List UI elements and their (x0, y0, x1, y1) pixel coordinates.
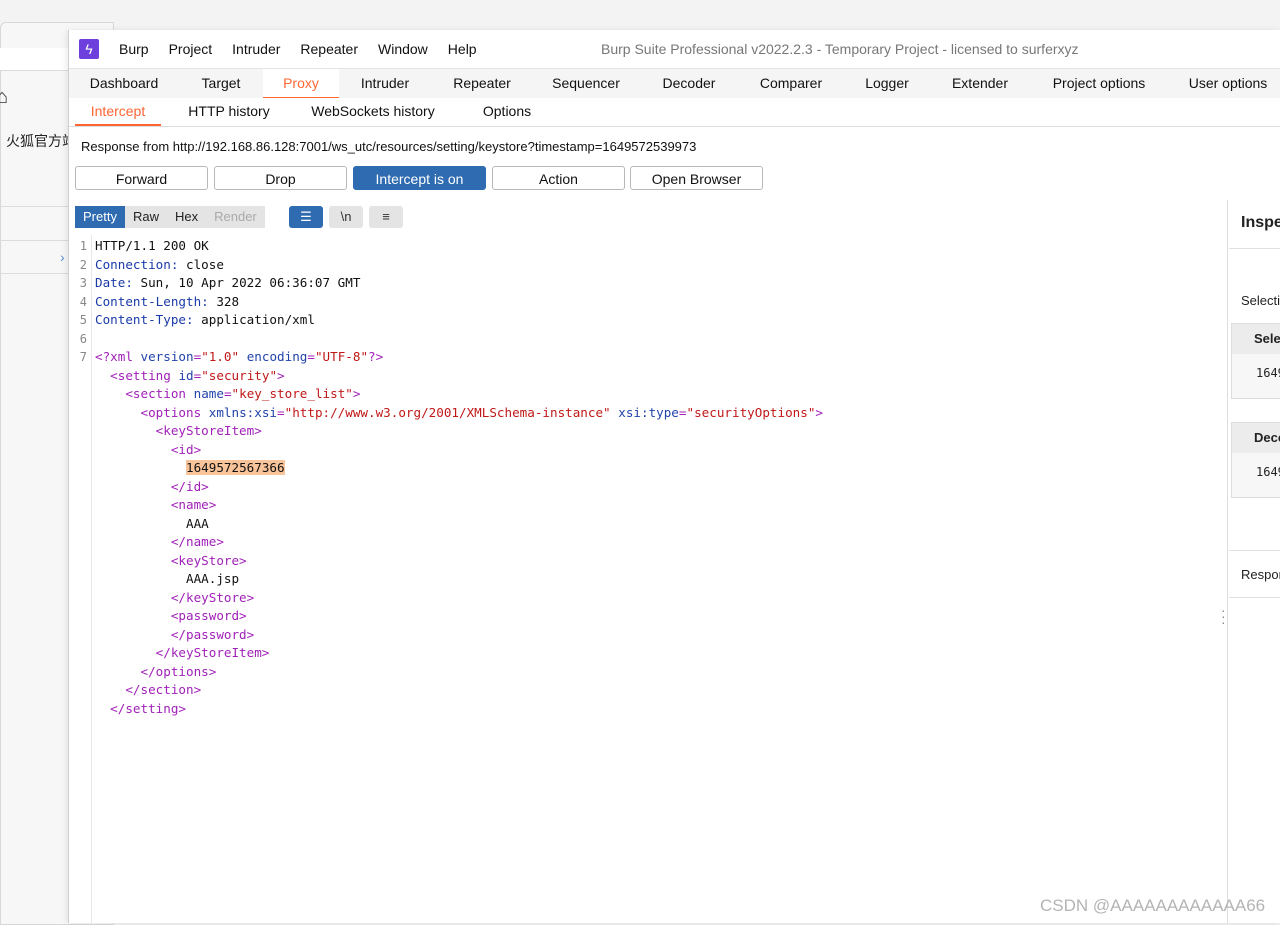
view-tab-raw[interactable]: Raw (124, 206, 167, 228)
forward-button[interactable]: Forward (75, 166, 208, 190)
menu-help[interactable]: Help (448, 41, 477, 57)
response-headers-section[interactable]: Response headers (1241, 567, 1280, 582)
background-divider (0, 240, 70, 241)
open-browser-button[interactable]: Open Browser (630, 166, 763, 190)
drag-handle-icon[interactable]: · · · (1221, 603, 1226, 629)
tab-logger[interactable]: Logger (851, 69, 923, 99)
selection-label: Selection (1241, 293, 1280, 308)
tab-http-history[interactable]: HTTP history (175, 98, 283, 126)
tab-target[interactable]: Target (183, 69, 259, 99)
tab-dashboard[interactable]: Dashboard (75, 69, 173, 99)
background-bookmark-label[interactable]: 火狐官方站 (6, 131, 70, 151)
xml-line: AAA (186, 515, 209, 531)
inspector-panel: Inspector Selection Selected text 164957… (1229, 200, 1280, 923)
menu-intruder[interactable]: Intruder (232, 41, 280, 57)
watermark: CSDN @AAAAAAAAAAAA66 (1040, 896, 1266, 915)
sub-tab-bar: Intercept HTTP history WebSockets histor… (69, 98, 1280, 127)
response-source-line: Response from http://192.168.86.128:7001… (81, 139, 697, 154)
status-line: HTTP/1.1 200 OK (95, 238, 209, 253)
xml-line: <options xmlns:xsi="http://www.w3.org/20… (140, 404, 824, 420)
xml-line: AAA.jsp (186, 571, 240, 586)
background-taskbar (0, 0, 1280, 30)
xml-line: </keyStore> (95, 589, 255, 605)
burp-logo-icon: ϟ (79, 39, 99, 59)
xml-line: <keyStore> (95, 552, 247, 568)
menu-burp[interactable]: Burp (119, 41, 149, 57)
xml-line: </setting> (95, 700, 186, 716)
header-line: Content-Length: 328 (95, 293, 240, 309)
chevron-right-icon[interactable]: › (60, 249, 65, 265)
decoded-value: 1649572567366 (1256, 465, 1280, 479)
xml-line: </section> (95, 682, 202, 697)
tab-extender[interactable]: Extender (937, 69, 1023, 99)
tab-sequencer[interactable]: Sequencer (539, 69, 633, 99)
background-divider (0, 273, 70, 274)
view-tab-render[interactable]: Render (206, 206, 265, 228)
menu-repeater[interactable]: Repeater (300, 41, 358, 57)
xml-line: </keyStoreItem> (95, 645, 270, 660)
selected-text-card[interactable]: Selected text 1649572567366 (1231, 323, 1280, 399)
selected-text-header: Selected text (1232, 324, 1280, 354)
tab-decoder[interactable]: Decoder (647, 69, 731, 99)
background-divider (0, 70, 70, 71)
view-tab-hex[interactable]: Hex (166, 206, 207, 228)
menu-icon[interactable]: ≡ (369, 206, 403, 228)
drop-button[interactable]: Drop (214, 166, 347, 190)
tab-proxy[interactable]: Proxy (263, 69, 339, 99)
xml-declaration: <?xml version="1.0" encoding="UTF-8"?> (95, 349, 384, 364)
window-title: Burp Suite Professional v2022.2.3 - Temp… (601, 41, 1079, 57)
title-bar: ϟ Burp Project Intruder Repeater Window … (69, 30, 1280, 68)
intercept-toggle-button[interactable]: Intercept is on (353, 166, 486, 190)
menu-project[interactable]: Project (169, 41, 213, 57)
xml-line: <password> (95, 608, 247, 623)
background-url-bar[interactable] (0, 48, 70, 70)
tab-intruder[interactable]: Intruder (345, 69, 425, 99)
xml-line: <keyStoreItem> (95, 423, 262, 438)
action-button[interactable]: Action (492, 166, 625, 190)
header-line: Content-Type: application/xml (95, 312, 315, 327)
selected-id-value[interactable]: 1649572567366 (186, 460, 285, 475)
xml-line: <section name="key_store_list"> (125, 386, 361, 401)
xml-line: </name> (95, 534, 224, 549)
tab-user-options[interactable]: User options (1175, 69, 1280, 99)
inspector-title: Inspector (1241, 214, 1280, 231)
home-icon[interactable]: ⌂ (0, 86, 8, 109)
word-wrap-icon[interactable]: ☰ (289, 206, 323, 228)
background-divider (0, 206, 70, 207)
xml-line: <name> (95, 497, 217, 512)
tab-websockets-history[interactable]: WebSockets history (299, 98, 447, 126)
main-tab-bar: Dashboard Target Proxy Intruder Repeater… (69, 68, 1280, 100)
header-line: Date: Sun, 10 Apr 2022 06:36:07 GMT (95, 275, 361, 290)
tab-repeater[interactable]: Repeater (439, 69, 525, 99)
message-editor[interactable]: 1 HTTP/1.1 200 OK 2 Connection: close 3 Dat… (75, 235, 1225, 923)
decoded-header: Decoded from (1232, 423, 1280, 453)
panel-divider[interactable] (1227, 200, 1228, 923)
header-line: Connection: close (95, 256, 224, 272)
view-tab-pretty[interactable]: Pretty (75, 206, 125, 228)
selected-text-value: 1649572567366 (1256, 366, 1280, 380)
xml-line: </password> (95, 626, 255, 642)
xml-line: </options> (95, 663, 217, 679)
burp-window: ϟ Burp Project Intruder Repeater Window … (68, 30, 1280, 923)
xml-line: 1649572567366 (95, 459, 285, 478)
tab-intercept[interactable]: Intercept (75, 98, 161, 126)
menu-window[interactable]: Window (378, 41, 428, 57)
xml-line: <id> (95, 441, 202, 457)
tab-comparer[interactable]: Comparer (745, 69, 837, 99)
show-newlines-toggle[interactable]: \n (329, 206, 363, 228)
menu-bar: Burp Project Intruder Repeater Window He… (119, 41, 497, 57)
decoded-card[interactable]: Decoded from 1649572567366 (1231, 422, 1280, 498)
xml-line: <setting id="security"> (110, 367, 285, 383)
view-mode-tabs: Pretty Raw Hex Render (75, 206, 265, 228)
xml-line: </id> (95, 478, 209, 494)
tab-options[interactable]: Options (469, 98, 545, 126)
tab-project-options[interactable]: Project options (1037, 69, 1161, 99)
